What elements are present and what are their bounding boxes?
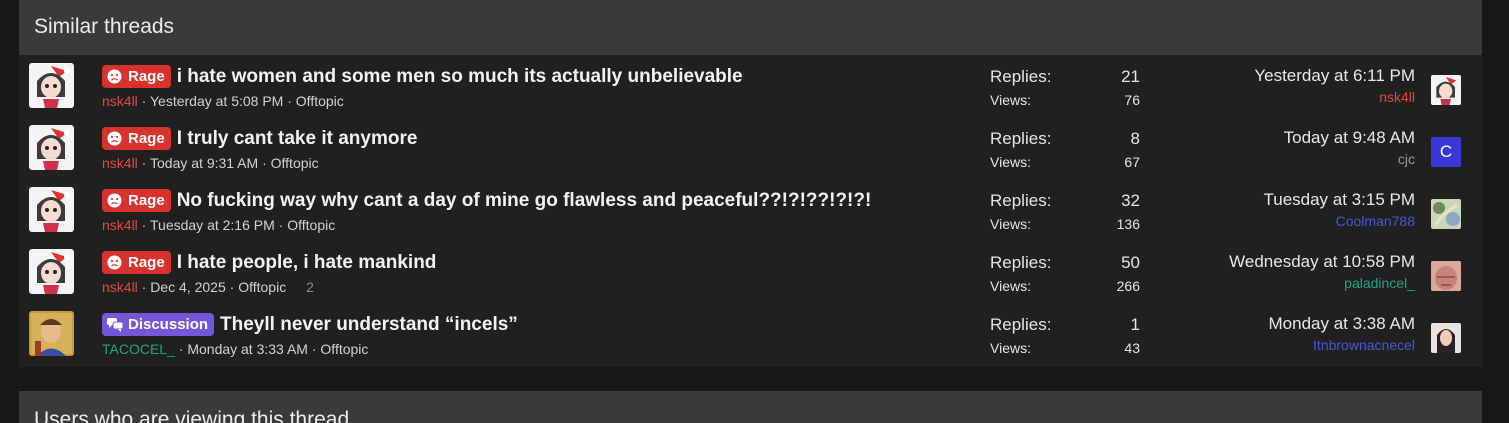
prefix-label[interactable]: Rage	[102, 127, 171, 150]
thread-forum[interactable]: Offtopic	[271, 155, 319, 171]
sad-face-icon	[107, 69, 122, 84]
replies-label: Replies:	[990, 191, 1052, 210]
thread-forum[interactable]: Offtopic	[320, 341, 368, 357]
views-count: 136	[1116, 216, 1140, 232]
views-label: Views:	[990, 216, 1031, 232]
replies-label: Replies:	[990, 129, 1052, 148]
replies-label: Replies:	[990, 253, 1052, 272]
replies-count: 8	[1130, 129, 1140, 148]
last-poster-avatar[interactable]: C	[1431, 137, 1461, 167]
views-label: Views:	[990, 278, 1031, 294]
thread-title[interactable]: I hate people, i hate mankind	[177, 252, 437, 274]
thread-author[interactable]: nsk4ll	[102, 155, 138, 171]
last-poster-avatar[interactable]	[1431, 75, 1461, 105]
chat-bubbles-icon	[107, 317, 124, 332]
thread-title[interactable]: No fucking way why cant a day of mine go…	[177, 190, 872, 212]
author-avatar[interactable]	[29, 311, 74, 356]
views-label: Views:	[990, 340, 1031, 356]
views-count: 266	[1116, 278, 1140, 294]
views-label: Views:	[990, 92, 1031, 108]
replies-count: 50	[1121, 253, 1140, 272]
prefix-text: Rage	[128, 68, 165, 85]
thread-title[interactable]: Theyll never understand “incels”	[220, 314, 518, 336]
views-count: 43	[1124, 340, 1140, 356]
thread-author[interactable]: nsk4ll	[102, 279, 138, 295]
last-poster[interactable]: Itnbrownacnecel	[1269, 337, 1415, 353]
prefix-label[interactable]: Rage	[102, 65, 171, 88]
thread-row: Discussion Theyll never understand “ince…	[19, 303, 1482, 365]
author-avatar[interactable]	[29, 63, 74, 108]
thread-row: Rage I truly cant take it anymore nsk4ll…	[19, 117, 1482, 179]
last-poster[interactable]: nsk4ll	[1254, 89, 1415, 105]
sad-face-icon	[107, 193, 122, 208]
sad-face-icon	[107, 131, 122, 146]
prefix-text: Rage	[128, 130, 165, 147]
left-gutter	[0, 0, 19, 423]
last-poster-avatar[interactable]	[1431, 323, 1461, 353]
last-post-time[interactable]: Tuesday at 3:15 PM	[1263, 190, 1415, 210]
last-post-time[interactable]: Today at 9:48 AM	[1284, 128, 1415, 148]
views-label: Views:	[990, 154, 1031, 170]
replies-count: 1	[1130, 315, 1140, 334]
author-avatar[interactable]	[29, 249, 74, 294]
thread-author[interactable]: nsk4ll	[102, 93, 138, 109]
last-poster-avatar[interactable]	[1431, 199, 1461, 229]
replies-label: Replies:	[990, 67, 1052, 86]
right-gutter	[1482, 0, 1509, 423]
thread-start-date[interactable]: Yesterday at 5:08 PM	[150, 93, 283, 109]
thread-forum[interactable]: Offtopic	[296, 93, 344, 109]
thread-start-date[interactable]: Monday at 3:33 AM	[187, 341, 308, 357]
prefix-label[interactable]: Rage	[102, 251, 171, 274]
views-count: 76	[1124, 92, 1140, 108]
prefix-text: Rage	[128, 254, 165, 271]
views-count: 67	[1124, 154, 1140, 170]
prefix-text: Rage	[128, 192, 165, 209]
thread-author[interactable]: TACOCEL_	[102, 341, 175, 357]
last-poster-avatar[interactable]	[1431, 261, 1461, 291]
last-post-time[interactable]: Yesterday at 6:11 PM	[1254, 66, 1415, 86]
prefix-label[interactable]: Discussion	[102, 313, 215, 336]
page-link[interactable]: 2	[306, 279, 314, 295]
thread-forum[interactable]: Offtopic	[238, 279, 286, 295]
thread-row: Rage No fucking way why cant a day of mi…	[19, 179, 1482, 241]
last-poster[interactable]: paladincel_	[1229, 275, 1415, 291]
thread-start-date[interactable]: Dec 4, 2025	[150, 279, 226, 295]
section-title: Similar threads	[19, 0, 1482, 55]
thread-start-date[interactable]: Tuesday at 2:16 PM	[150, 217, 275, 233]
last-poster[interactable]: Coolman788	[1263, 213, 1415, 229]
thread-row: Rage i hate women and some men so much i…	[19, 55, 1482, 117]
sad-face-icon	[107, 255, 122, 270]
last-post-time[interactable]: Wednesday at 10:58 PM	[1229, 252, 1415, 272]
thread-forum[interactable]: Offtopic	[287, 217, 335, 233]
viewers-section-title: Users who are viewing this thread	[19, 391, 1482, 423]
last-post-time[interactable]: Monday at 3:38 AM	[1269, 314, 1415, 334]
author-avatar[interactable]	[29, 187, 74, 232]
thread-row: Rage I hate people, i hate mankind nsk4l…	[19, 241, 1482, 303]
similar-threads-list: Rage i hate women and some men so much i…	[19, 55, 1482, 367]
thread-title[interactable]: i hate women and some men so much its ac…	[177, 66, 743, 88]
thread-start-date[interactable]: Today at 9:31 AM	[150, 155, 258, 171]
prefix-text: Discussion	[128, 316, 209, 333]
last-poster[interactable]: cjc	[1284, 151, 1415, 167]
thread-title[interactable]: I truly cant take it anymore	[177, 128, 418, 150]
author-avatar[interactable]	[29, 125, 74, 170]
prefix-label[interactable]: Rage	[102, 189, 171, 212]
replies-label: Replies:	[990, 315, 1052, 334]
replies-count: 21	[1121, 67, 1140, 86]
thread-author[interactable]: nsk4ll	[102, 217, 138, 233]
replies-count: 32	[1121, 191, 1140, 210]
